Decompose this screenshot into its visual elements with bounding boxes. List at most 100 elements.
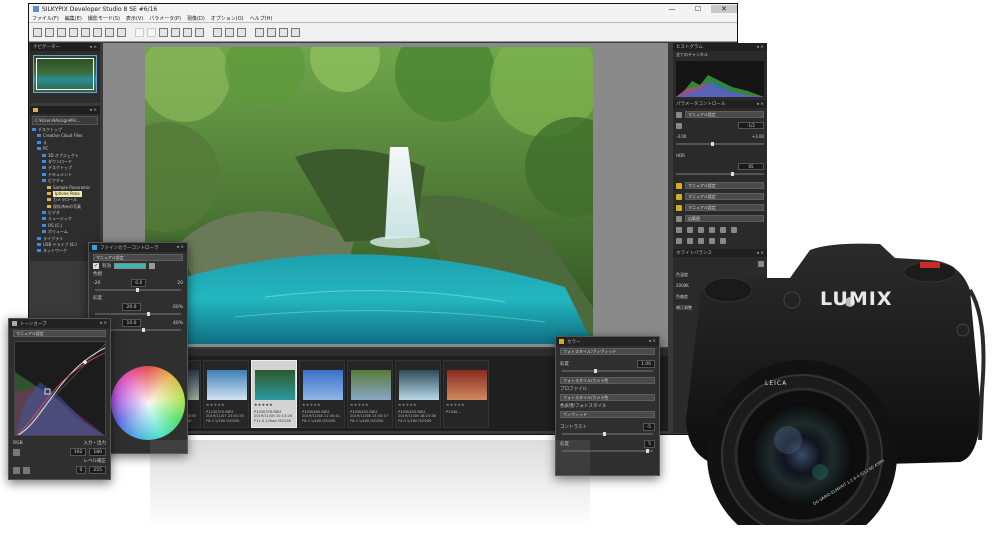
rating-stars[interactable]: ★★★★★ [398,402,417,407]
rating-stars[interactable]: ★★★★★ [350,402,369,407]
camera-svg [686,243,986,535]
folder-icon [47,204,51,208]
folder-tree-label: Creative Cloud Files [43,133,83,139]
hue-value[interactable]: 0.0 [131,279,147,287]
panel-close-icon[interactable]: ◂ × [100,321,107,326]
color-mode-select[interactable]: フォトスタイル/カメラ色 [560,377,655,384]
panel-close-icon[interactable]: ◂ × [757,45,764,50]
drive-icon [37,236,41,240]
tone-curve-preset-select[interactable]: マニュアル設定 [13,330,106,337]
style-select[interactable]: ヴィヴィッド [560,411,655,418]
hdr-value[interactable]: 65 [738,163,764,170]
filmstrip-thumbnail[interactable]: ★★★★★ P1030452.RW2 2019/11/08 13:33:37 F6… [347,360,393,428]
level-row: レベル補正 [13,458,107,464]
color-wheel[interactable] [111,366,185,440]
enable-checkbox[interactable]: ✓ [93,263,99,269]
color-select[interactable]: マニュアル設定 [685,204,764,211]
folder-icon [33,108,38,112]
folder-icon [47,191,51,195]
hue-label: 色相 [93,272,102,277]
brightness-value[interactable]: 10.0 [122,319,141,327]
panel-close-icon[interactable]: ◂ × [177,245,184,250]
hdr-slider[interactable] [676,172,764,176]
contrast-value[interactable]: -5 [642,423,655,431]
drive-icon [42,179,46,183]
exposure-value[interactable]: -1/2 [738,122,764,129]
undo-icon[interactable] [731,226,737,233]
exposure-slider[interactable] [676,142,764,146]
output-value[interactable]: 180 [89,448,106,456]
spline-tool-icon[interactable] [23,466,30,474]
folder-icon [47,185,51,189]
level-values: 0 255 [13,466,106,474]
hue-slider[interactable] [95,288,181,292]
white-balance-icon[interactable] [676,182,682,189]
color-panel-header: カラー ◂ × [556,337,659,346]
folder-tree-label: ネットワーク [43,248,67,254]
tone-io-row: RGB 入力・出力 [13,440,106,447]
saturation-max: 60% [173,304,184,310]
filmstrip-thumbnail[interactable]: ★★★★★ P1230370.RW2 2019/11/07 23:01:55 F6… [203,360,249,428]
filmstrip-thumbnail[interactable]: ★★★★★ P1030425.RW2 2019/11/08 18:23:36 F4… [395,360,441,428]
contrast-row: コントラスト -5 [560,423,655,431]
profile-select[interactable]: フォトスタイル/カメラ色 [560,394,655,401]
highlight-icon[interactable] [720,226,726,233]
input-value[interactable]: 192 [69,448,87,456]
panel-close-icon[interactable]: ◂ × [90,108,97,113]
rating-stars[interactable]: ★★★★★ [446,402,465,407]
tone-curve-graph[interactable] [14,341,106,436]
tone-row: マニュアル設定 [676,192,764,201]
rating-stars[interactable]: ★★★★★ [302,402,321,407]
navigator-title: ナビゲーター [33,45,60,50]
exposure-preset-select[interactable]: マニュアル設定 [685,111,764,118]
folder-tree-label: ミュージック [48,216,72,222]
folder-path-input[interactable]: C:¥Users¥Assign¥Pic... [32,116,98,125]
saturation-slider[interactable] [95,312,181,316]
filmstrip-thumbnail[interactable]: ★★★★★ P1030460.RW2 2019/11/08 11:35:41 F6… [299,360,345,428]
panel-close-icon[interactable]: ◂ × [649,339,656,344]
histogram-mode[interactable]: 全てのチャンネル [676,52,764,58]
contrast-slider[interactable] [562,432,653,436]
color-preset-select[interactable]: フォトスタイル:ヴィヴィッド [560,348,655,355]
color-swatch[interactable] [114,263,146,269]
color-icon[interactable] [676,204,682,211]
lens-icon[interactable] [698,226,704,233]
rating-stars[interactable]: ★★★★★ [206,402,225,407]
sat2-value[interactable]: 5 [644,440,655,448]
rotation-icon[interactable] [709,226,715,233]
parameter-header: パラメータコントロール ◂ × [673,100,767,108]
eyedropper-icon[interactable] [149,263,155,269]
level-min[interactable]: 0 [75,466,87,474]
filmstrip-thumbnail[interactable]: ★★★★★ P1030... [443,360,489,428]
folder-tree-label: PC [43,146,49,152]
dynamic-range-select[interactable]: 広範囲 [685,215,764,222]
rating-stars[interactable]: ★★★★★ [254,402,273,407]
dynamic-range-icon[interactable] [676,215,682,222]
line-tool-icon[interactable] [13,466,20,474]
level-max[interactable]: 255 [89,466,106,474]
curve-tool-icon[interactable] [13,448,20,456]
drive-icon [42,230,46,234]
navigator-header: ナビゲーター ◂ × [30,43,100,51]
color-saturation-row: 彩度 1.00 [560,360,655,368]
hue-max: 20 [177,280,184,286]
folder-tree-label: OS (C:) [48,222,63,228]
tone-icon[interactable] [676,193,682,200]
panel-pin-icon[interactable]: ◂ × [90,45,97,50]
noise-icon[interactable] [687,226,693,233]
fine-color-preset-select[interactable]: マニュアル設定 [93,254,183,261]
filmstrip-thumbnail[interactable]: ★★★★★ P1030376.RW2 2019/11/08 10:13:26 F1… [251,360,297,428]
tone-select[interactable]: マニュアル設定 [685,193,764,200]
drive-icon [42,153,46,157]
drive-icon [42,166,46,170]
color-panel-title: カラー [567,339,581,345]
color-saturation-slider[interactable] [562,369,653,373]
navigator-frame[interactable] [36,58,94,90]
wb-mode-select[interactable]: マニュアル設定 [685,182,764,189]
channel-select[interactable]: RGB [13,441,23,446]
color-saturation-value[interactable]: 1.00 [636,360,655,368]
sharpness-icon[interactable] [676,226,682,233]
panel-close-icon[interactable]: ◂ × [757,102,764,107]
saturation-value[interactable]: 20.0 [122,303,141,311]
preview-photo[interactable] [145,47,593,344]
